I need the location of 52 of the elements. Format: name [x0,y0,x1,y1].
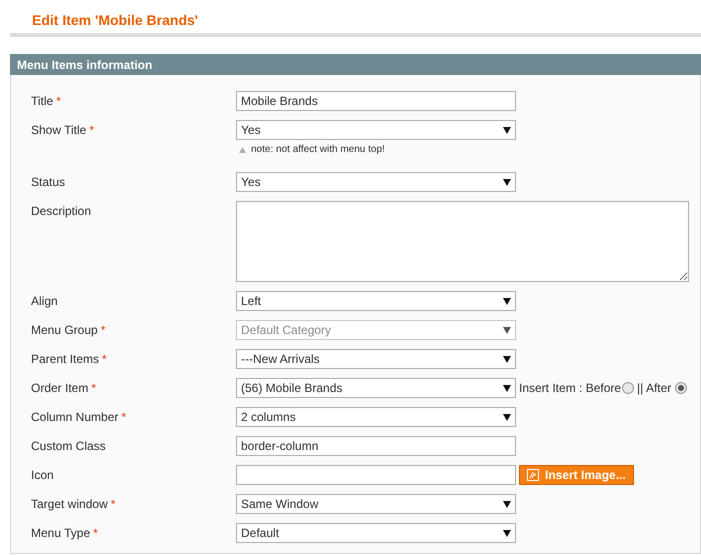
dropdown-arrow-icon [503,414,511,420]
field-label: Title [31,94,54,108]
dropdown[interactable]: Yes [236,120,516,140]
dropdown[interactable]: (56) Mobile Brands [236,378,516,398]
required-mark: * [121,410,126,424]
field-label: Custom Class [31,439,106,453]
field-label: Description [31,204,92,218]
dropdown-arrow-icon [503,356,511,362]
dropdown-arrow-icon [503,126,511,134]
field-label: Order Item [31,381,88,395]
dropdown[interactable]: ---New Arrivals [236,349,516,369]
required-mark: * [110,497,116,511]
dropdown-arrow-icon [503,298,511,304]
radio-button[interactable] [622,382,634,394]
field-label: Show Title [31,123,86,137]
required-mark: * [100,323,106,337]
field-label: Column Number [31,410,118,424]
required-mark: * [93,526,98,540]
insert-position-label: Insert Item : [519,380,584,397]
radio-label: || After [637,380,672,397]
radio-button[interactable] [675,382,688,394]
field-label: Align [31,294,58,308]
required-mark: * [89,123,94,137]
text-field[interactable] [236,465,516,485]
dropdown-arrow-icon [503,178,511,186]
text-field[interactable]: Mobile Brands [236,91,516,111]
dropdown-arrow-icon [503,500,511,508]
field-label: Menu Group [31,323,98,337]
field-label: Menu Type [31,526,90,540]
required-mark: * [56,94,61,108]
required-mark: * [102,352,107,366]
dropdown-arrow-icon [503,530,511,536]
dropdown[interactable]: Left [236,291,516,311]
field-label: Parent Items [31,352,100,366]
image-icon [527,469,539,481]
dropdown[interactable]: Default [236,523,516,543]
text-field[interactable]: border-column [236,436,516,456]
dropdown[interactable]: Yes [236,172,516,192]
field-note: note: not affect with menu top! [251,143,385,157]
field-label: Icon [31,468,54,482]
field-label: Status [31,175,66,189]
dropdown[interactable]: 2 columns [236,407,516,427]
radio-label: Before [586,380,622,397]
dropdown-arrow-icon [503,384,511,392]
section-title: Menu Items information [17,56,152,74]
dropdown-arrow-icon [503,326,511,334]
page-title: Edit Item 'Mobile Brands' [32,11,198,29]
text-area[interactable] [236,201,689,282]
required-mark: * [91,381,96,395]
field-label: Target window [31,497,108,511]
note-arrow-icon [239,146,246,152]
dropdown[interactable]: Same Window [236,494,516,514]
